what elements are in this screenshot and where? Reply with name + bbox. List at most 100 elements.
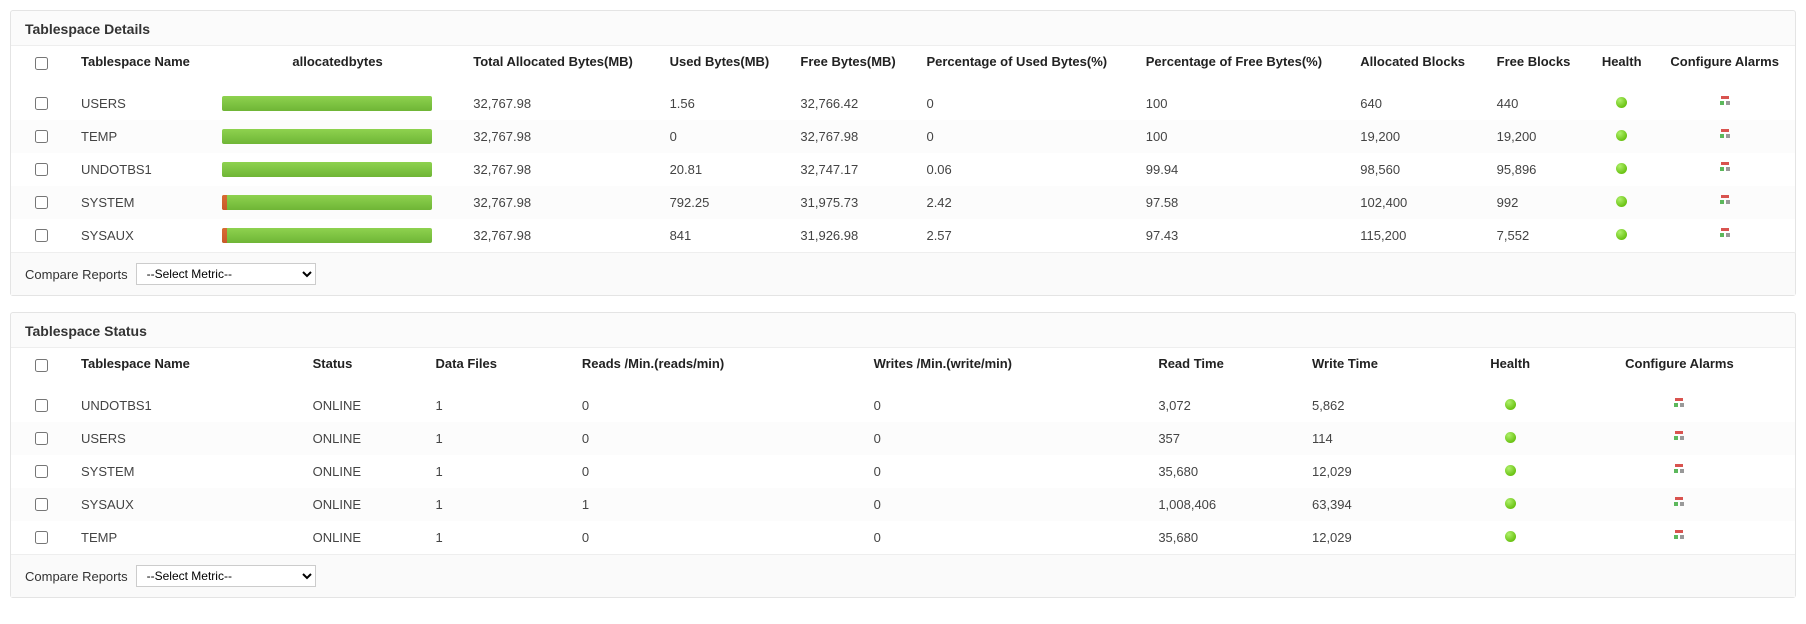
cell-alarm xyxy=(1654,87,1795,120)
col-pct-free: Percentage of Free Bytes(%) xyxy=(1136,46,1351,88)
configure-alarm-icon[interactable] xyxy=(1718,227,1732,241)
configure-alarm-icon[interactable] xyxy=(1672,529,1686,543)
configure-alarm-icon[interactable] xyxy=(1718,95,1732,109)
cell-free-blocks: 440 xyxy=(1487,87,1589,120)
cell-datafiles: 1 xyxy=(426,488,572,521)
health-ok-icon xyxy=(1505,432,1516,443)
cell-name: UNDOTBS1 xyxy=(71,389,303,422)
configure-alarm-icon[interactable] xyxy=(1672,463,1686,477)
status-select-all-checkbox[interactable] xyxy=(35,359,48,372)
details-metric-select[interactable]: --Select Metric-- xyxy=(136,263,316,285)
cell-bar xyxy=(212,120,463,153)
col-health: Health xyxy=(1589,46,1654,88)
details-footer: Compare Reports --Select Metric-- xyxy=(11,252,1795,295)
row-checkbox[interactable] xyxy=(35,498,48,511)
cell-total: 32,767.98 xyxy=(463,120,659,153)
configure-alarm-icon[interactable] xyxy=(1718,194,1732,208)
row-checkbox[interactable] xyxy=(35,531,48,544)
cell-writes: 0 xyxy=(864,488,1149,521)
col-tablespace-name: Tablespace Name xyxy=(71,46,212,88)
cell-alarm xyxy=(1564,389,1795,422)
tablespace-details-table: Tablespace Name allocatedbytes Total All… xyxy=(11,45,1795,252)
cell-health xyxy=(1589,153,1654,186)
allocated-bar xyxy=(222,162,432,177)
table-row: USERS 32,767.98 1.56 32,766.42 0 100 640… xyxy=(11,87,1795,120)
cell-name: TEMP xyxy=(71,120,212,153)
row-checkbox[interactable] xyxy=(35,163,48,176)
configure-alarm-icon[interactable] xyxy=(1672,430,1686,444)
allocated-bar xyxy=(222,228,432,243)
cell-health xyxy=(1457,389,1564,422)
row-checkbox[interactable] xyxy=(35,229,48,242)
col-configure-alarms: Configure Alarms xyxy=(1654,46,1795,88)
cell-total: 32,767.98 xyxy=(463,219,659,252)
cell-writetime: 114 xyxy=(1302,422,1457,455)
cell-free-blocks: 992 xyxy=(1487,186,1589,219)
cell-writetime: 63,394 xyxy=(1302,488,1457,521)
tablespace-details-panel: Tablespace Details Tablespace Name alloc… xyxy=(10,10,1796,296)
cell-pct-used: 0.06 xyxy=(916,153,1135,186)
cell-alloc-blocks: 98,560 xyxy=(1350,153,1486,186)
cell-reads: 0 xyxy=(572,422,864,455)
cell-writes: 0 xyxy=(864,389,1149,422)
allocated-bar xyxy=(222,129,432,144)
cell-datafiles: 1 xyxy=(426,389,572,422)
col-status-status: Status xyxy=(303,348,426,390)
cell-writes: 0 xyxy=(864,455,1149,488)
row-checkbox[interactable] xyxy=(35,432,48,445)
row-checkbox[interactable] xyxy=(35,399,48,412)
health-ok-icon xyxy=(1616,163,1627,174)
health-ok-icon xyxy=(1616,229,1627,240)
cell-bar xyxy=(212,153,463,186)
cell-free-blocks: 7,552 xyxy=(1487,219,1589,252)
health-ok-icon xyxy=(1505,399,1516,410)
cell-writetime: 5,862 xyxy=(1302,389,1457,422)
col-allocatedbytes: allocatedbytes xyxy=(212,46,463,88)
cell-alarm xyxy=(1654,120,1795,153)
col-status-alarms: Configure Alarms xyxy=(1564,348,1795,390)
row-checkbox[interactable] xyxy=(35,465,48,478)
cell-datafiles: 1 xyxy=(426,455,572,488)
configure-alarm-icon[interactable] xyxy=(1672,496,1686,510)
details-select-all-checkbox[interactable] xyxy=(35,57,48,70)
cell-free-blocks: 95,896 xyxy=(1487,153,1589,186)
tablespace-details-title: Tablespace Details xyxy=(11,11,1795,45)
cell-total: 32,767.98 xyxy=(463,87,659,120)
health-ok-icon xyxy=(1616,97,1627,108)
cell-alloc-blocks: 102,400 xyxy=(1350,186,1486,219)
cell-writes: 0 xyxy=(864,422,1149,455)
cell-name: SYSAUX xyxy=(71,219,212,252)
cell-status: ONLINE xyxy=(303,521,426,554)
cell-health xyxy=(1589,219,1654,252)
row-checkbox[interactable] xyxy=(35,130,48,143)
col-status-readtime: Read Time xyxy=(1148,348,1302,390)
cell-status: ONLINE xyxy=(303,455,426,488)
configure-alarm-icon[interactable] xyxy=(1672,397,1686,411)
cell-name: USERS xyxy=(71,87,212,120)
cell-alarm xyxy=(1564,488,1795,521)
cell-writetime: 12,029 xyxy=(1302,455,1457,488)
status-metric-select[interactable]: --Select Metric-- xyxy=(136,565,316,587)
configure-alarm-icon[interactable] xyxy=(1718,128,1732,142)
cell-used: 792.25 xyxy=(660,186,791,219)
cell-alloc-blocks: 640 xyxy=(1350,87,1486,120)
col-status-writetime: Write Time xyxy=(1302,348,1457,390)
configure-alarm-icon[interactable] xyxy=(1718,161,1732,175)
col-free-bytes: Free Bytes(MB) xyxy=(790,46,916,88)
cell-alarm xyxy=(1564,521,1795,554)
cell-alarm xyxy=(1654,186,1795,219)
cell-pct-free: 100 xyxy=(1136,120,1351,153)
cell-reads: 0 xyxy=(572,455,864,488)
col-total-allocated: Total Allocated Bytes(MB) xyxy=(463,46,659,88)
health-ok-icon xyxy=(1505,465,1516,476)
cell-health xyxy=(1589,120,1654,153)
table-row: TEMP ONLINE 1 0 0 35,680 12,029 xyxy=(11,521,1795,554)
cell-used: 0 xyxy=(660,120,791,153)
row-checkbox[interactable] xyxy=(35,196,48,209)
cell-datafiles: 1 xyxy=(426,521,572,554)
cell-reads: 0 xyxy=(572,521,864,554)
cell-total: 32,767.98 xyxy=(463,153,659,186)
row-checkbox[interactable] xyxy=(35,97,48,110)
table-row: SYSAUX ONLINE 1 1 0 1,008,406 63,394 xyxy=(11,488,1795,521)
cell-free: 32,767.98 xyxy=(790,120,916,153)
